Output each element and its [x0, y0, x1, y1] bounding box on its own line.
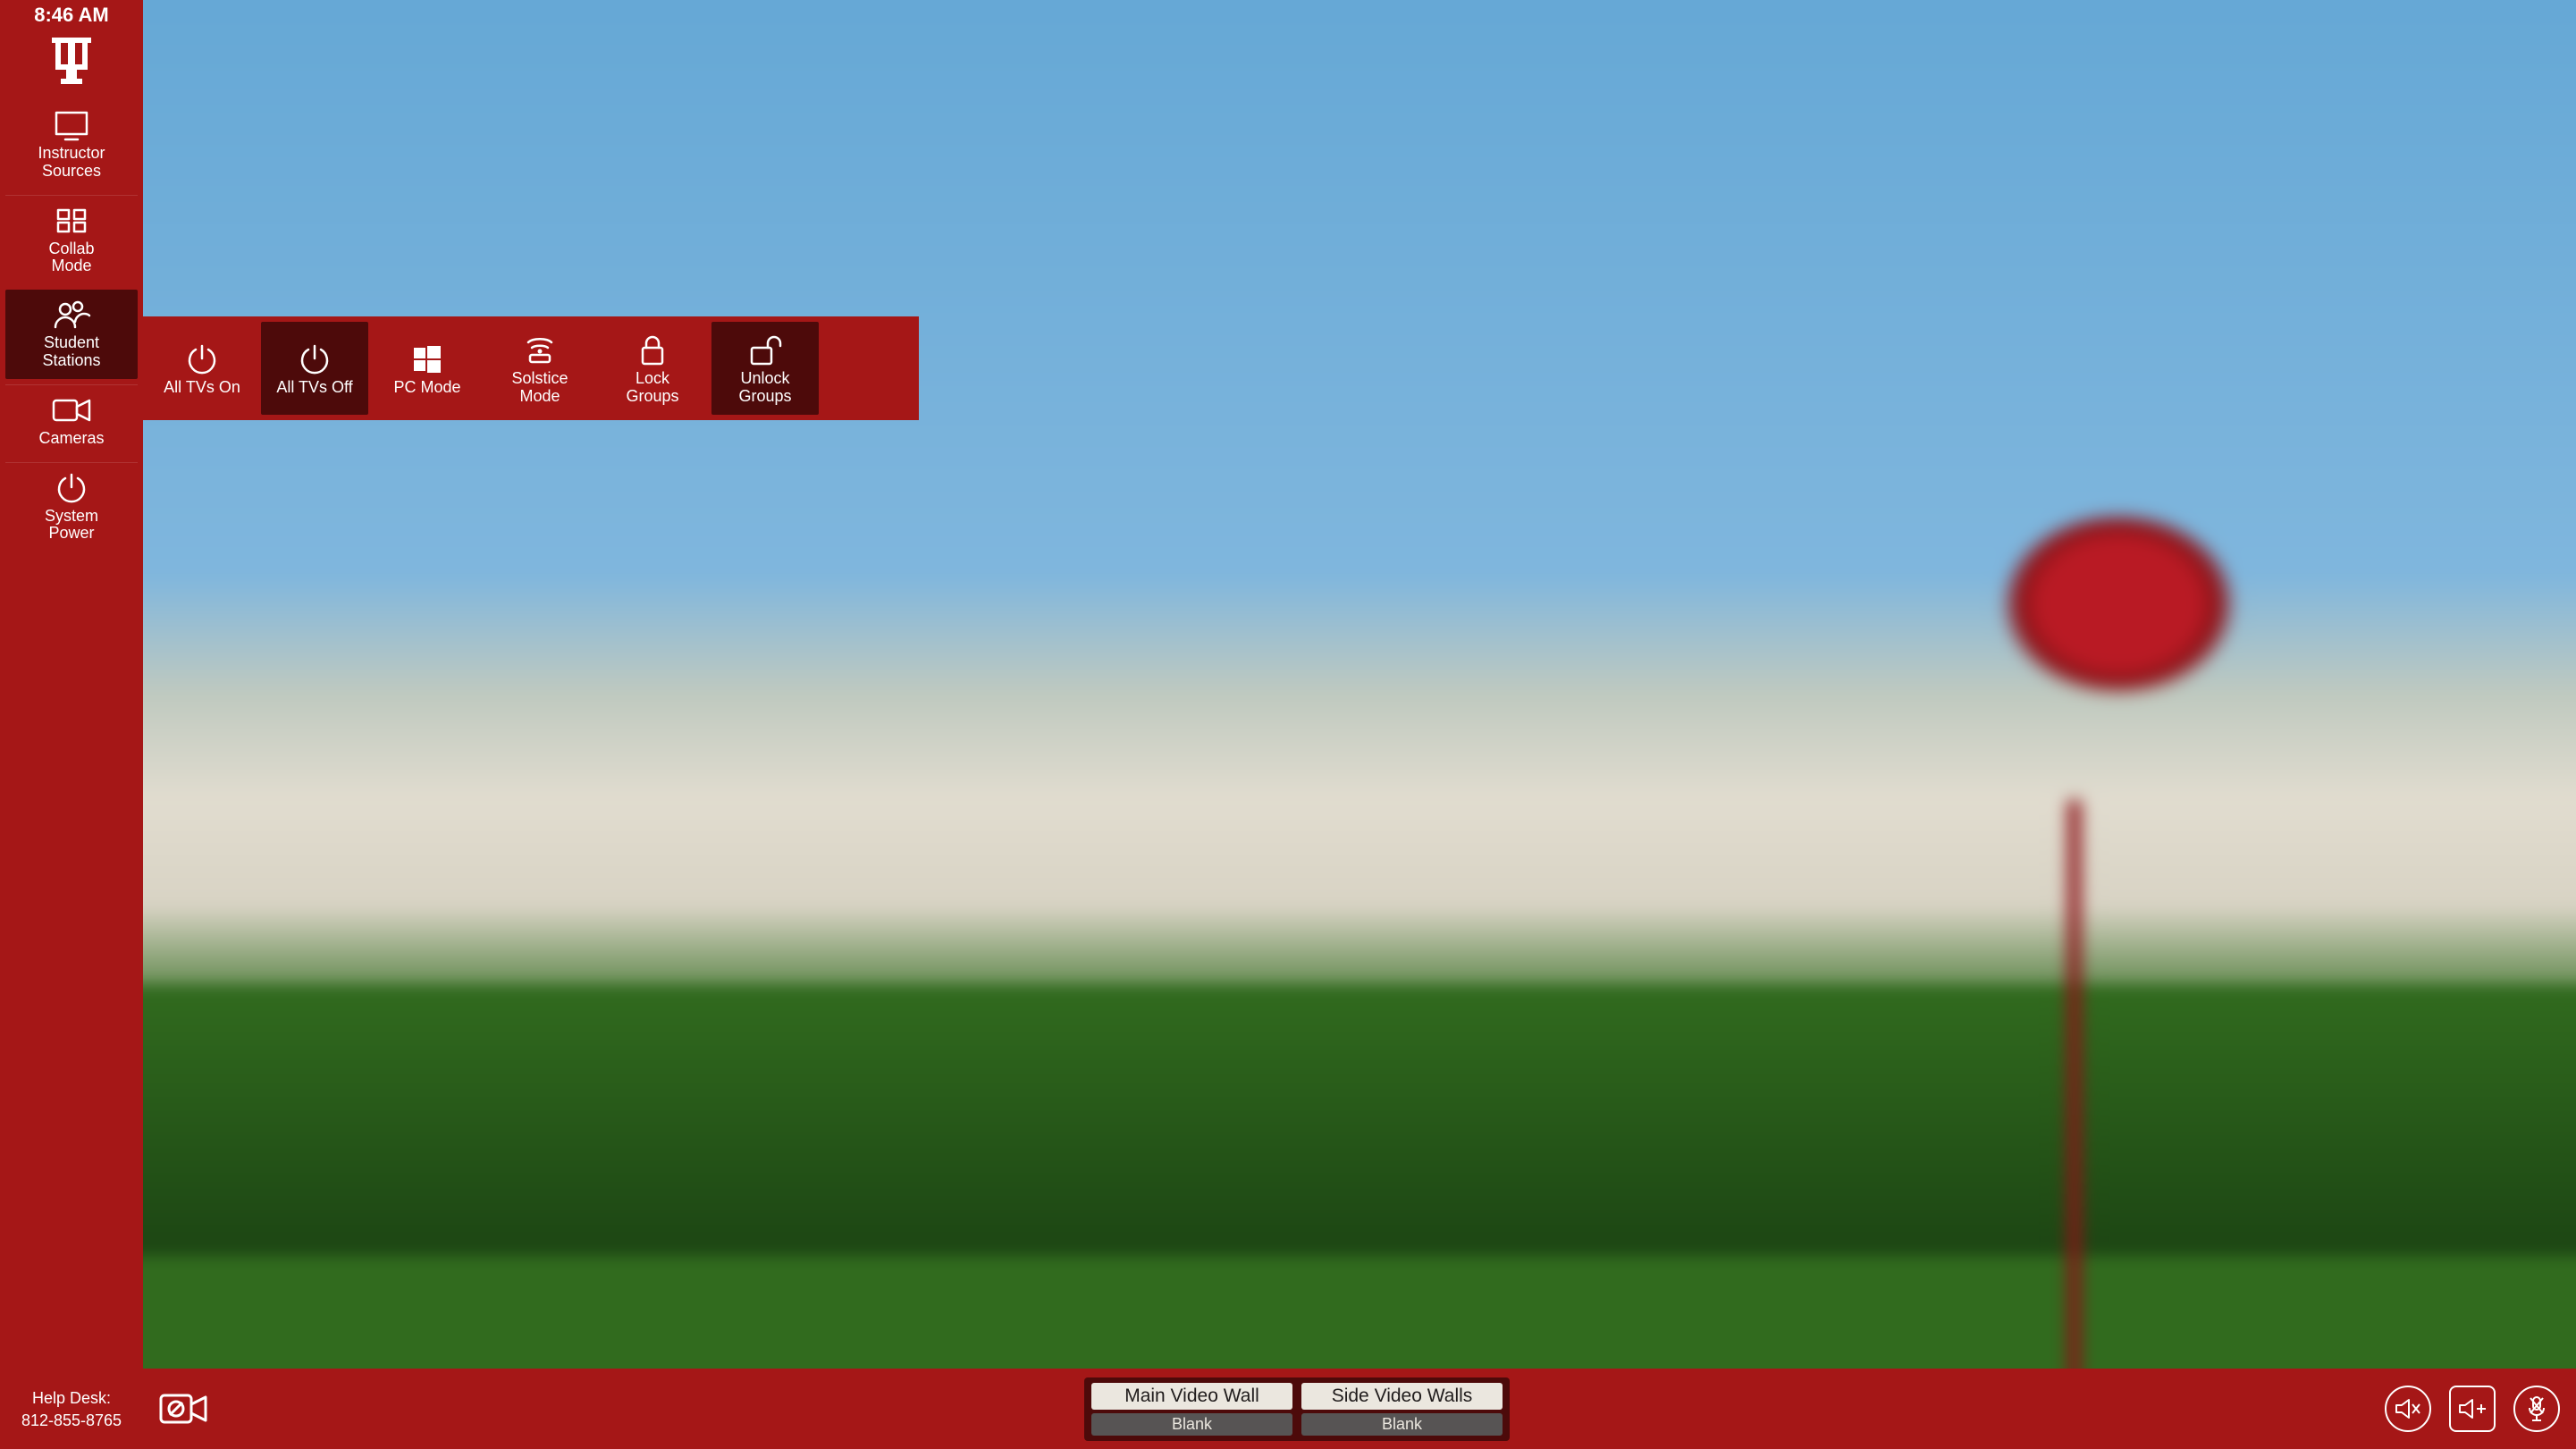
video-wall-status: Blank [1091, 1413, 1292, 1436]
camera-icon [51, 391, 92, 430]
action-solstice[interactable]: Solstice Mode [486, 322, 593, 415]
student-stations-toolbar: All TVs On All TVs Off PC Mode Solstice … [143, 316, 919, 420]
action-label: Groups [626, 388, 678, 406]
video-wall-title: Side Video Walls [1301, 1383, 1503, 1410]
iu-logo [0, 34, 143, 100]
sidebar-item-label: Stations [42, 352, 100, 370]
action-label: All TVs On [164, 379, 240, 397]
action-label: PC Mode [393, 379, 460, 397]
sidebar-item-label: Instructor [38, 145, 105, 163]
sidebar-item-label: Power [48, 525, 94, 543]
camera-off-icon[interactable] [159, 1392, 209, 1426]
power-icon [55, 468, 88, 508]
action-all-tvs-on[interactable]: All TVs On [148, 322, 256, 415]
video-wall-selector: Main Video Wall Blank Side Video Walls B… [1084, 1377, 1510, 1441]
action-label: All TVs Off [276, 379, 352, 397]
sidebar-item-label: Student [44, 334, 99, 352]
monitor-icon [53, 105, 90, 145]
action-label: Lock [636, 370, 669, 388]
main-area: All TVs On All TVs Off PC Mode Solstice … [143, 0, 2576, 1449]
action-unlock[interactable]: Unlock Groups [711, 322, 819, 415]
background-photo [143, 0, 2576, 1449]
iu-trident-icon [46, 34, 97, 88]
people-icon [52, 295, 91, 334]
grid4-icon [55, 201, 88, 240]
sidebar-item-label: Collab [48, 240, 94, 258]
help-desk-label: Help Desk: [2, 1387, 141, 1409]
sidebar-item-collab[interactable]: Collab Mode [5, 195, 138, 285]
video-wall-tile[interactable]: Main Video Wall Blank [1091, 1383, 1292, 1436]
sidebar-item-system[interactable]: System Power [5, 462, 138, 552]
video-wall-title: Main Video Wall [1091, 1383, 1292, 1410]
sidebar-item-label: Cameras [38, 430, 104, 448]
action-pc-mode[interactable]: PC Mode [374, 322, 481, 415]
action-label: Unlock [740, 370, 789, 388]
volume-up-button[interactable] [2449, 1386, 2496, 1432]
windows-icon [412, 340, 442, 379]
sidebar-item-label: System [45, 508, 98, 526]
action-lock[interactable]: Lock Groups [599, 322, 706, 415]
sidebar: 8:46 AM Instructor Sources Collab Mode S… [0, 0, 143, 1449]
cast-icon [521, 331, 559, 370]
bottom-bar: Main Video Wall Blank Side Video Walls B… [143, 1369, 2576, 1449]
video-wall-status: Blank [1301, 1413, 1503, 1436]
mute-button[interactable] [2385, 1386, 2431, 1432]
sidebar-item-student[interactable]: Student Stations [5, 290, 138, 379]
power-icon [298, 340, 332, 379]
sidebar-item-label: Mode [51, 257, 91, 275]
action-all-tvs-off[interactable]: All TVs Off [261, 322, 368, 415]
power-icon [185, 340, 219, 379]
mic-mute-button[interactable] [2513, 1386, 2560, 1432]
clock: 8:46 AM [0, 0, 143, 34]
help-desk-phone: 812-855-8765 [2, 1410, 141, 1431]
action-label: Solstice [511, 370, 568, 388]
video-wall-tile[interactable]: Side Video Walls Blank [1301, 1383, 1503, 1436]
help-desk: Help Desk: 812-855-8765 [0, 1378, 143, 1449]
action-label: Mode [519, 388, 560, 406]
lock-icon [638, 331, 667, 370]
sidebar-item-instructor[interactable]: Instructor Sources [5, 100, 138, 190]
unlock-icon [747, 331, 783, 370]
sidebar-item-label: Sources [42, 163, 101, 181]
action-label: Groups [738, 388, 791, 406]
sidebar-item-cameras[interactable]: Cameras [5, 384, 138, 457]
